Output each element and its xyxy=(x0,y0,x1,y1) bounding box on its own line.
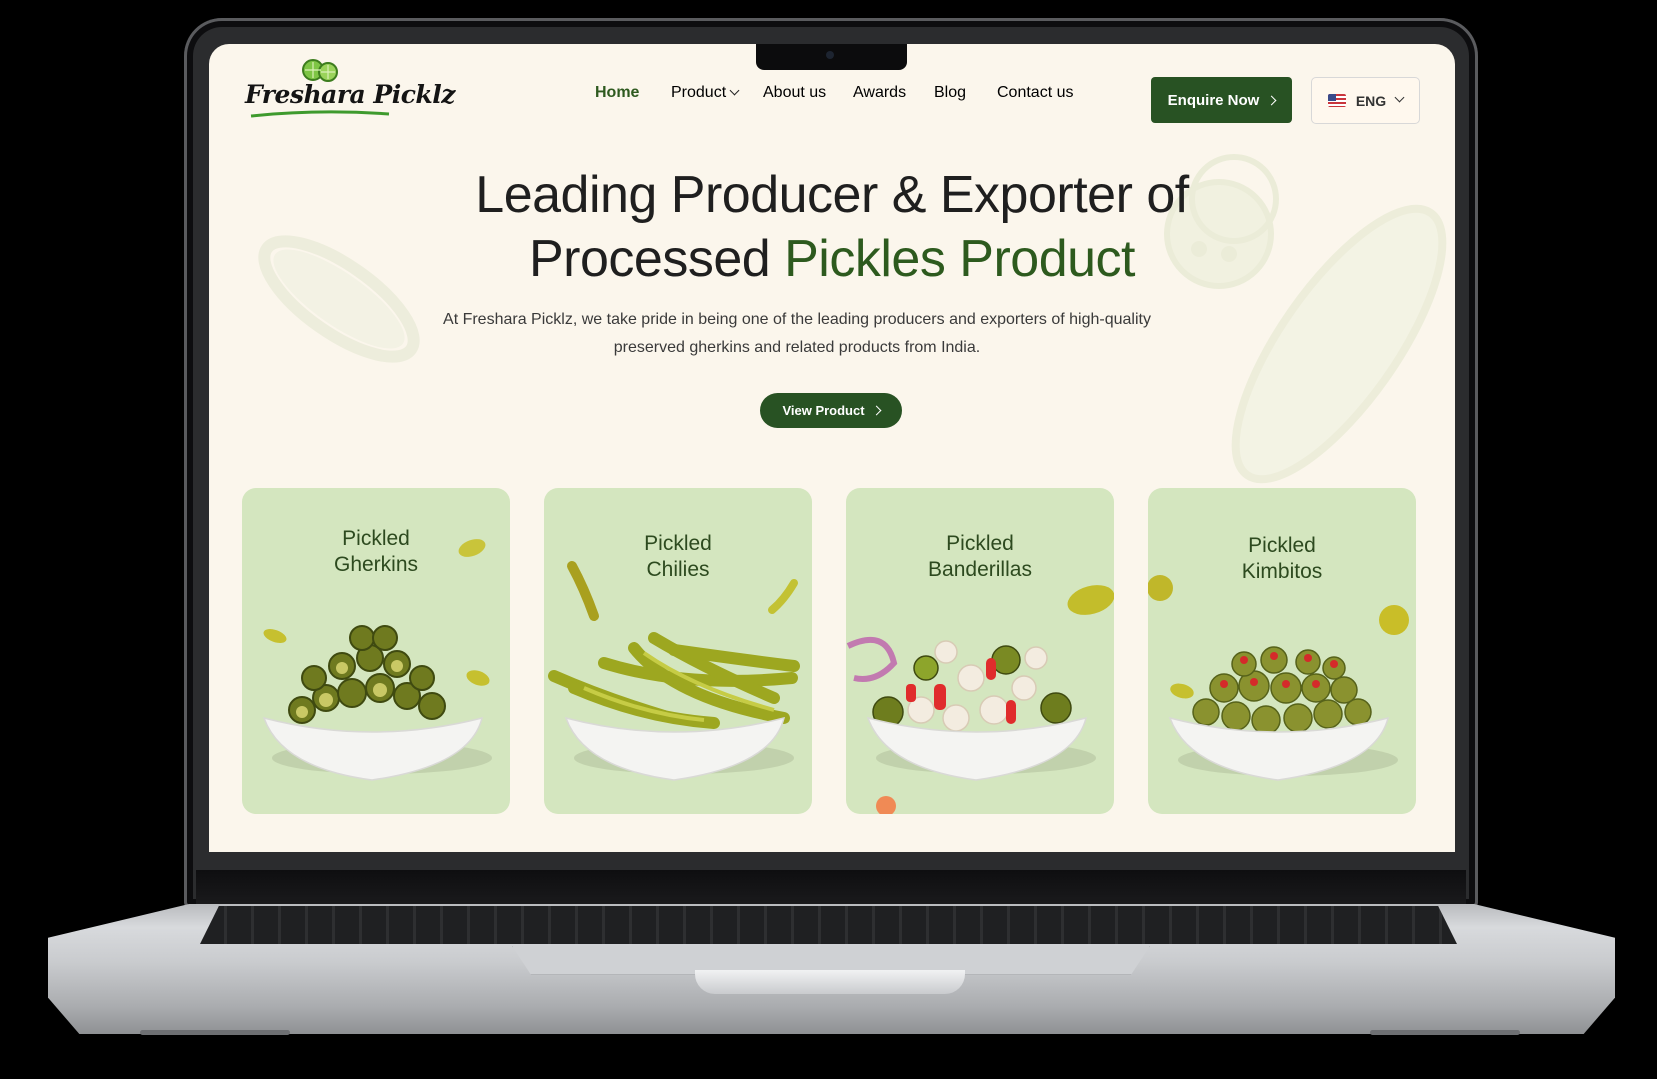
chilies-bowl-image xyxy=(548,561,800,781)
brand-logo[interactable]: Freshara Picklz xyxy=(245,58,455,120)
nav-blog[interactable]: Blog xyxy=(934,84,966,102)
hero-title-line2: Processed xyxy=(528,230,785,288)
brand-logo-text: Freshara Picklz xyxy=(245,80,455,109)
nav-contact-us[interactable]: Contact us xyxy=(997,84,1073,102)
laptop-foot xyxy=(1370,1030,1520,1035)
camera-notch xyxy=(756,44,907,70)
view-product-button[interactable]: View Product xyxy=(760,393,902,428)
enquire-now-button[interactable]: Enquire Now xyxy=(1151,77,1292,123)
gherkins-bowl-image xyxy=(262,539,492,781)
logo-swoosh-icon xyxy=(250,110,390,118)
nav-product-label: Product xyxy=(671,84,727,101)
hero-title-accent: Pickles Product xyxy=(784,230,1135,288)
enquire-now-label: Enquire Now xyxy=(1167,91,1260,109)
product-card-gherkins[interactable]: Pickled Gherkins xyxy=(242,488,510,814)
view-product-label: View Product xyxy=(782,403,865,418)
laptop-foot xyxy=(140,1030,290,1035)
chevron-down-icon xyxy=(1394,92,1405,103)
laptop-lid-notch xyxy=(695,970,965,994)
nav-awards[interactable]: Awards xyxy=(853,84,906,102)
laptop-keyboard xyxy=(200,906,1457,944)
us-flag-icon xyxy=(1327,94,1346,107)
product-card-banderillas[interactable]: Pickled Banderillas xyxy=(846,488,1114,814)
chevron-right-icon xyxy=(1266,95,1277,105)
hero-description: At Freshara Picklz, we take pride in bei… xyxy=(443,311,1151,356)
nav-about-us[interactable]: About us xyxy=(763,84,826,102)
language-selector[interactable]: ENG xyxy=(1311,77,1420,124)
nav-home[interactable]: Home xyxy=(595,84,639,102)
chevron-down-icon xyxy=(729,85,740,96)
nav-product[interactable]: Product xyxy=(671,84,740,102)
laptop-hinge xyxy=(196,870,1466,908)
website-screen: Freshara Picklz Home Product About us Aw… xyxy=(209,44,1455,852)
language-value: ENG xyxy=(1355,92,1387,109)
product-card-kimbitos[interactable]: Pickled Kimbitos xyxy=(1148,488,1416,814)
banderillas-bowl-image xyxy=(846,585,1114,814)
product-card-chilies[interactable]: Pickled Chilies xyxy=(544,488,812,814)
kimbitos-bowl-image xyxy=(1148,575,1409,781)
chevron-right-icon xyxy=(871,405,882,416)
hero-title-line1: Leading Producer & Exporter of xyxy=(475,166,1189,224)
hero-title: Leading Producer & Exporter of Processed… xyxy=(209,163,1455,291)
